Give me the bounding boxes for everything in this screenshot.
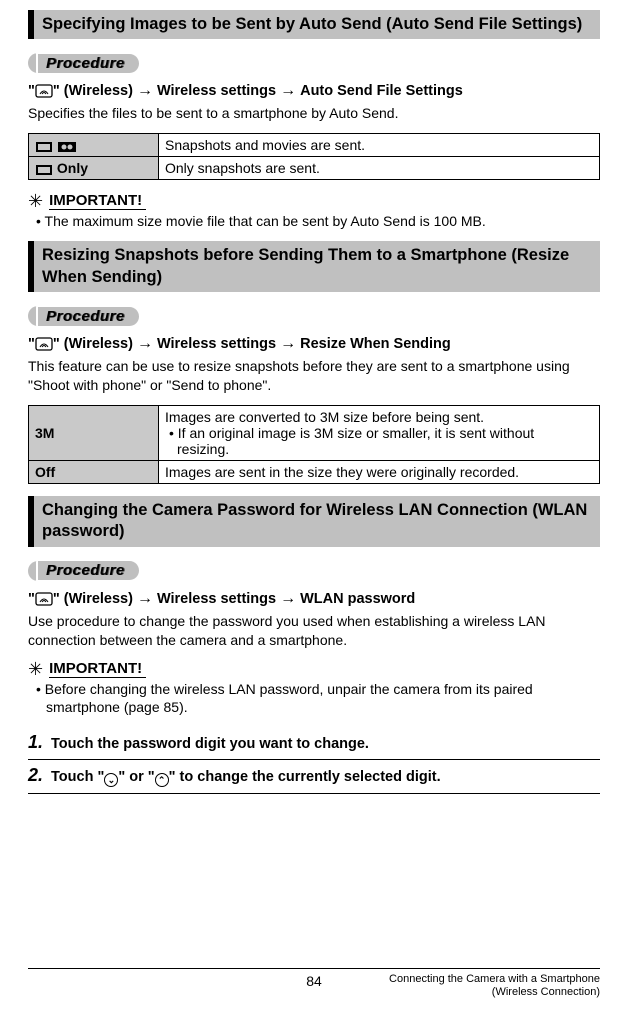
star-icon: ✳ <box>28 192 43 210</box>
procedure-tag: Procedure <box>28 306 139 326</box>
arrow-icon: → <box>280 335 296 353</box>
down-arrow-icon: ⌄ <box>104 773 118 787</box>
snapshot-icon <box>35 141 53 153</box>
step-2: 2. Touch "⌄" or "⌃" to change the curren… <box>28 760 600 794</box>
page-footer: 84 Connecting the Camera with a Smartpho… <box>28 968 600 999</box>
description-autosend: Specifies the files to be sent to a smar… <box>28 104 600 123</box>
snapshot-icon <box>35 164 53 176</box>
page-number: 84 <box>306 973 322 989</box>
arrow-icon: → <box>137 590 153 608</box>
procedure-label: Procedure <box>38 54 139 73</box>
arrow-icon: → <box>280 82 296 100</box>
up-arrow-icon: ⌃ <box>155 773 169 787</box>
important-note-autosend: • The maximum size movie file that can b… <box>28 212 600 231</box>
table-row: Only Only snapshots are sent. <box>29 157 600 180</box>
menu-path-autosend: "" (Wireless) → Wireless settings → Auto… <box>28 82 600 100</box>
wireless-icon <box>35 84 53 98</box>
arrow-icon: → <box>280 590 296 608</box>
section-header-wlan: Changing the Camera Password for Wireles… <box>28 496 600 547</box>
star-icon: ✳ <box>28 660 43 678</box>
table-row: Snapshots and movies are sent. <box>29 134 600 157</box>
arrow-icon: → <box>137 82 153 100</box>
resize-table: 3M Images are converted to 3M size befor… <box>28 405 600 484</box>
movie-icon <box>57 141 77 153</box>
description-resize: This feature can be use to resize snapsh… <box>28 357 600 395</box>
table-row: Off Images are sent in the size they wer… <box>29 460 600 483</box>
procedure-label: Procedure <box>38 561 139 580</box>
procedure-label: Procedure <box>38 307 139 326</box>
procedure-tag: Procedure <box>28 53 139 73</box>
important-heading: ✳ IMPORTANT! <box>28 192 600 210</box>
autosend-table: Snapshots and movies are sent. Only Only… <box>28 133 600 180</box>
section-header-resize: Resizing Snapshots before Sending Them t… <box>28 241 600 292</box>
step-1: 1. Touch the password digit you want to … <box>28 727 600 760</box>
important-note-wlan: • Before changing the wireless LAN passw… <box>28 680 600 718</box>
important-heading: ✳ IMPORTANT! <box>28 660 600 678</box>
wireless-icon <box>35 337 53 351</box>
description-wlan: Use procedure to change the password you… <box>28 612 600 650</box>
wireless-icon <box>35 592 53 606</box>
procedure-tag: Procedure <box>28 561 139 581</box>
arrow-icon: → <box>137 335 153 353</box>
menu-path-wlan: "" (Wireless) → Wireless settings → WLAN… <box>28 590 600 608</box>
section-header-autosend: Specifying Images to be Sent by Auto Sen… <box>28 10 600 39</box>
table-row: 3M Images are converted to 3M size befor… <box>29 405 600 460</box>
menu-path-resize: "" (Wireless) → Wireless settings → Resi… <box>28 335 600 353</box>
